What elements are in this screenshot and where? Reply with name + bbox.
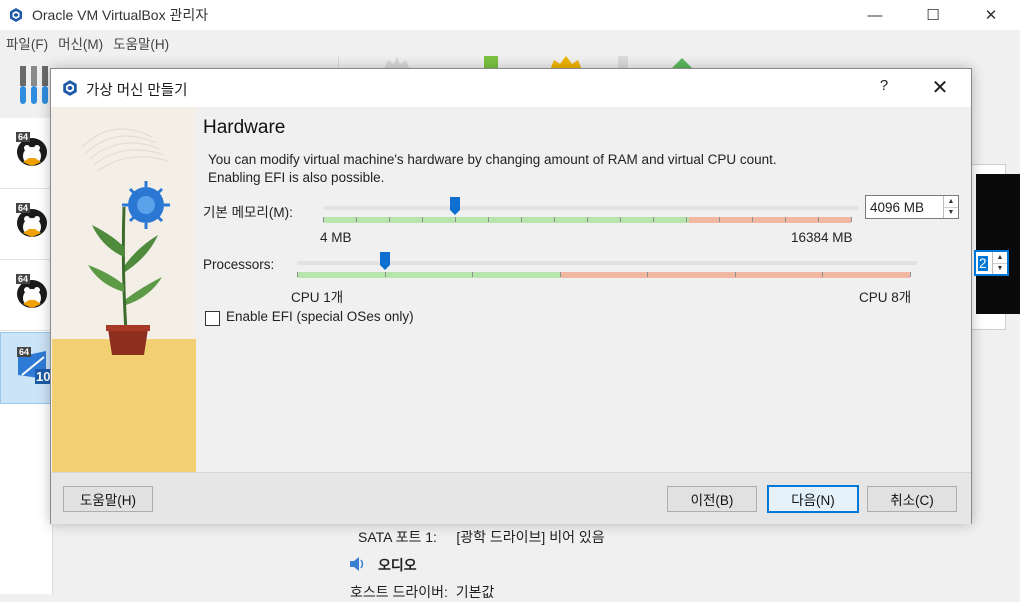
vm-arch-badge: 64 — [16, 274, 31, 284]
maximize-button[interactable]: ☐ — [904, 0, 962, 30]
memory-warning-band — [689, 217, 851, 223]
processors-max-label: CPU 8개 — [859, 290, 912, 305]
context-help-button[interactable]: ? — [871, 77, 897, 99]
help-button[interactable]: 도움말(H) — [63, 486, 153, 512]
slider-tick — [559, 272, 561, 277]
wizard-illustration — [52, 107, 196, 472]
dialog-close-button[interactable]: ✕ — [925, 75, 955, 101]
processors-label: Processors: — [203, 257, 275, 272]
efi-checkbox[interactable] — [205, 311, 220, 326]
vm-list: 64 64 64 64 10 — [0, 118, 54, 594]
back-button[interactable]: 이전(B) — [667, 486, 757, 512]
memory-safe-band — [323, 217, 689, 223]
slider-tick — [488, 217, 489, 222]
processors-spinbox[interactable]: 2 ▲ ▼ — [974, 250, 1009, 276]
wizard-content: Hardware You can modify virtual machine'… — [196, 107, 1009, 472]
vm-arch-badge: 64 — [16, 132, 31, 142]
window-title: Oracle VM VirtualBox 관리자 — [32, 7, 209, 23]
slider-tick — [752, 217, 753, 222]
slider-tick — [785, 217, 786, 222]
slider-tick — [297, 272, 298, 277]
vm-list-item[interactable]: 64 — [0, 260, 52, 331]
slider-tick — [521, 217, 522, 222]
slider-tick — [455, 217, 456, 222]
slider-tick — [554, 217, 555, 222]
close-window-button[interactable]: ✕ — [962, 0, 1020, 30]
slider-tick — [620, 217, 621, 222]
memory-increase-button[interactable]: ▲ — [944, 196, 958, 208]
processors-min-label: CPU 1개 — [291, 290, 344, 305]
menubar: 파일(F) 머신(M) 도움말(H) — [0, 30, 1020, 56]
main-titlebar: Oracle VM VirtualBox 관리자 — ☐ ✕ — [0, 0, 1020, 30]
cancel-button[interactable]: 취소(C) — [867, 486, 957, 512]
windows-version-overlay: 10 — [35, 369, 52, 384]
memory-slider-handle[interactable] — [450, 197, 460, 215]
create-vm-dialog: 가상 머신 만들기 ? ✕ Hardware You can modify vi… — [50, 68, 1009, 524]
slider-tick — [818, 217, 819, 222]
virtualbox-logo-icon — [10, 8, 22, 22]
slider-tick — [389, 217, 390, 222]
dialog-footer: 도움말(H) 이전(B) 다음(N) 취소(C) — [51, 472, 971, 524]
sata-port-line: SATA 포트 1: [광학 드라이브] 비어 있음 — [358, 529, 605, 545]
vm-arch-badge: 64 — [16, 203, 31, 213]
virtualbox-logo-icon — [63, 80, 77, 96]
memory-decrease-button[interactable]: ▼ — [944, 208, 958, 219]
processors-slider-track[interactable] — [297, 261, 917, 265]
menu-machine[interactable]: 머신(M) — [58, 33, 103, 53]
audio-section-header[interactable]: 오디오 — [378, 555, 417, 575]
slider-tick — [822, 272, 824, 277]
vm-list-item-selected[interactable]: 64 10 — [0, 332, 54, 404]
slider-tick — [719, 217, 720, 222]
speaker-icon — [350, 557, 364, 571]
slider-tick — [323, 217, 324, 222]
memory-slider-track[interactable] — [323, 206, 858, 210]
description-line: Enabling EFI is also possible. — [208, 170, 385, 185]
processors-slider-handle[interactable] — [379, 252, 390, 270]
dialog-title: 가상 머신 만들기 — [86, 83, 188, 99]
vm-list-item[interactable]: 64 — [0, 189, 52, 260]
menu-file[interactable]: 파일(F) — [6, 33, 48, 53]
preview-screen — [976, 174, 1020, 314]
memory-spinbox[interactable]: 4096 MB ▲ ▼ — [865, 195, 959, 219]
slider-tick — [422, 217, 423, 222]
page-description: You can modify virtual machine's hardwar… — [208, 151, 777, 187]
slider-tick — [851, 217, 852, 222]
memory-value[interactable]: 4096 MB — [866, 200, 943, 215]
processors-increase-button[interactable]: ▲ — [993, 252, 1007, 264]
slider-tick — [653, 217, 654, 222]
vm-arch-badge: 64 — [17, 347, 32, 357]
slider-tick — [686, 217, 687, 222]
efi-checkbox-label[interactable]: Enable EFI (special OSes only) — [226, 309, 414, 324]
slider-tick — [587, 217, 588, 222]
slider-tick — [356, 217, 357, 222]
processors-decrease-button[interactable]: ▼ — [993, 264, 1007, 275]
next-button[interactable]: 다음(N) — [767, 485, 859, 513]
audio-driver-line: 호스트 드라이버: 기본값 — [350, 584, 495, 600]
memory-max-label: 16384 MB — [791, 230, 853, 245]
processors-safe-band — [297, 272, 561, 278]
page-heading: Hardware — [203, 117, 286, 138]
description-line: You can modify virtual machine's hardwar… — [208, 152, 777, 167]
slider-tick — [910, 272, 911, 277]
dialog-titlebar: 가상 머신 만들기 ? ✕ — [51, 69, 971, 107]
tools-icon[interactable] — [18, 64, 52, 108]
menu-help[interactable]: 도움말(H) — [113, 33, 169, 53]
slider-tick — [647, 272, 649, 277]
memory-min-label: 4 MB — [320, 230, 352, 245]
slider-tick — [472, 272, 474, 277]
slider-tick — [384, 272, 386, 277]
minimize-button[interactable]: — — [846, 0, 904, 30]
memory-label: 기본 메모리(M): — [203, 205, 293, 220]
processors-value[interactable]: 2 — [978, 255, 988, 271]
slider-tick — [734, 272, 736, 277]
vm-list-item[interactable]: 64 — [0, 118, 52, 189]
